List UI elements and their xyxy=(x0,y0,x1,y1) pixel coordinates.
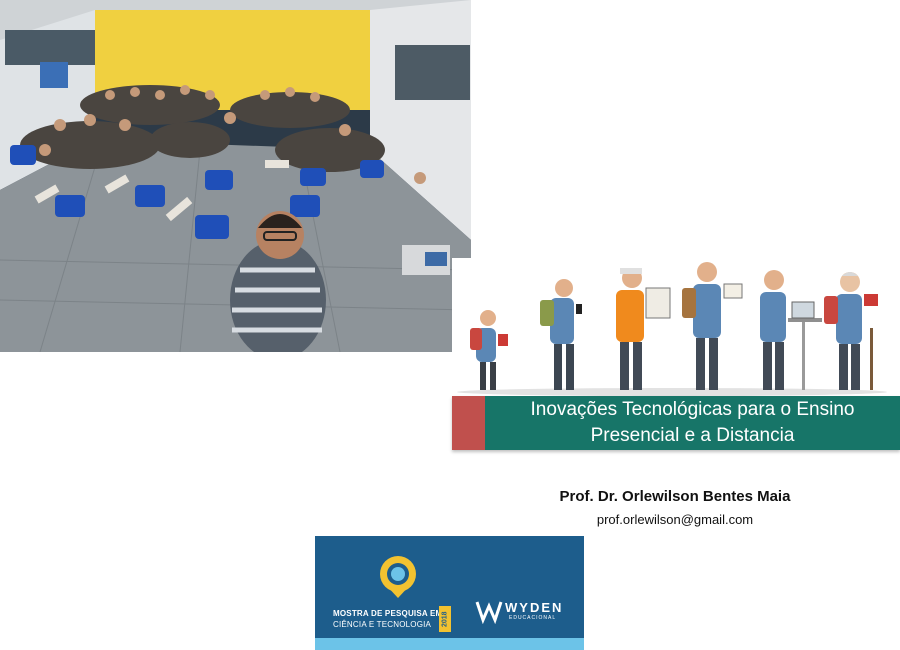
event-line-1: MOSTRA DE PESQUISA EM xyxy=(333,609,443,618)
title-line-2: Presencial e a Distancia xyxy=(590,425,795,446)
location-pin-icon xyxy=(380,556,416,598)
author-name: Prof. Dr. Orlewilson Bentes Maia xyxy=(559,488,791,505)
classroom-photo xyxy=(0,0,471,352)
brand-subtitle: EDUCACIONAL xyxy=(509,615,557,621)
wyden-mark-icon xyxy=(475,601,503,624)
logo-stripe xyxy=(315,638,584,650)
banner-accent xyxy=(452,396,485,450)
event-logo: MOSTRA DE PESQUISA EM CIÊNCIA E TECNOLOG… xyxy=(315,536,584,650)
evolution-illustration xyxy=(452,258,900,396)
event-line-2: CIÊNCIA E TECNOLOGIA xyxy=(333,620,432,629)
author-email: prof.orlewilson@gmail.com xyxy=(596,512,754,527)
title-banner: Inovações Tecnológicas para o Ensino Pre… xyxy=(452,396,900,450)
title-line-1: Inovações Tecnológicas para o Ensino xyxy=(530,399,855,420)
brand-name: WYDEN xyxy=(505,600,564,615)
banner-title: Inovações Tecnológicas para o Ensino Pre… xyxy=(485,396,900,450)
event-year: 2018 xyxy=(439,606,451,632)
